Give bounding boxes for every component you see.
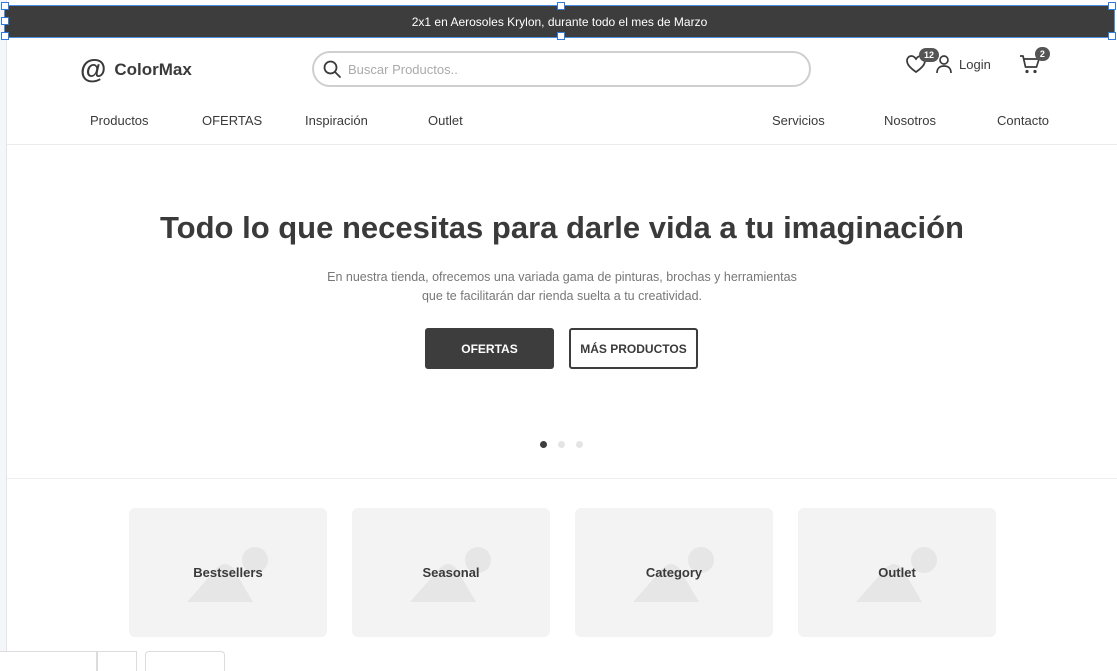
site-header: @ ColorMax 12 Login — [7, 37, 1117, 145]
nav-item-contacto[interactable]: Contacto — [997, 113, 1049, 128]
login-label: Login — [959, 56, 991, 72]
ofertas-button[interactable]: OFERTAS — [425, 328, 554, 369]
category-card-bestsellers[interactable]: Bestsellers — [129, 508, 327, 637]
carousel-dot-3[interactable] — [576, 441, 583, 448]
resize-handle-middle-left[interactable] — [1, 17, 9, 25]
category-card-seasonal[interactable]: Seasonal — [352, 508, 550, 637]
category-label: Bestsellers — [193, 565, 263, 580]
carousel-dot-2[interactable] — [558, 441, 565, 448]
category-card-outlet[interactable]: Outlet — [798, 508, 996, 637]
more-products-button[interactable]: MÁS PRODUCTOS — [569, 328, 698, 369]
category-label: Outlet — [878, 565, 916, 580]
hero-subtitle: En nuestra tienda, ofrecemos una variada… — [327, 270, 797, 303]
nav-item-productos[interactable]: Productos — [90, 113, 149, 128]
nav-item-outlet[interactable]: Outlet — [428, 113, 463, 128]
login-button[interactable]: Login — [935, 54, 991, 74]
carousel-dots — [540, 441, 583, 448]
page: 2x1 en Aerosoles Krylon, durante todo el… — [0, 0, 1117, 671]
resize-handle-top-center[interactable] — [557, 2, 565, 10]
resize-handle-top-right[interactable] — [1108, 2, 1116, 10]
section-divider — [7, 478, 1117, 479]
editor-bottom-panel[interactable] — [0, 651, 97, 671]
nav-item-nosotros[interactable]: Nosotros — [884, 113, 936, 128]
editor-bottom-tool[interactable] — [97, 651, 137, 671]
cart-count-badge: 2 — [1034, 47, 1050, 61]
wishlist-button[interactable]: 12 — [905, 48, 940, 74]
category-card-category[interactable]: Category — [575, 508, 773, 637]
nav-item-inspiracion[interactable]: Inspiración — [305, 113, 368, 128]
nav-item-ofertas[interactable]: OFERTAS — [202, 113, 262, 128]
hero-title: Todo lo que necesitas para darle vida a … — [160, 210, 964, 245]
wishlist-count-badge: 12 — [919, 48, 940, 62]
nav-item-servicios[interactable]: Servicios — [772, 113, 825, 128]
carousel-dot-1[interactable] — [540, 441, 547, 448]
brand-logo[interactable]: @ ColorMax — [80, 56, 192, 83]
category-label: Seasonal — [422, 565, 480, 580]
search-input[interactable] — [348, 61, 768, 77]
editor-left-rail — [0, 0, 7, 668]
promo-text: 2x1 en Aerosoles Krylon, durante todo el… — [411, 14, 708, 29]
category-label: Category — [645, 565, 703, 580]
editor-bottom-tab[interactable] — [145, 651, 225, 671]
at-icon: @ — [80, 54, 107, 84]
search-icon[interactable] — [322, 59, 342, 79]
brand-name: ColorMax — [114, 59, 192, 79]
search-bar[interactable] — [312, 51, 811, 87]
cart-button[interactable]: 2 — [1019, 47, 1050, 75]
resize-handle-top-left[interactable] — [1, 2, 9, 10]
header-actions: 12 Login 2 — [905, 47, 1050, 75]
